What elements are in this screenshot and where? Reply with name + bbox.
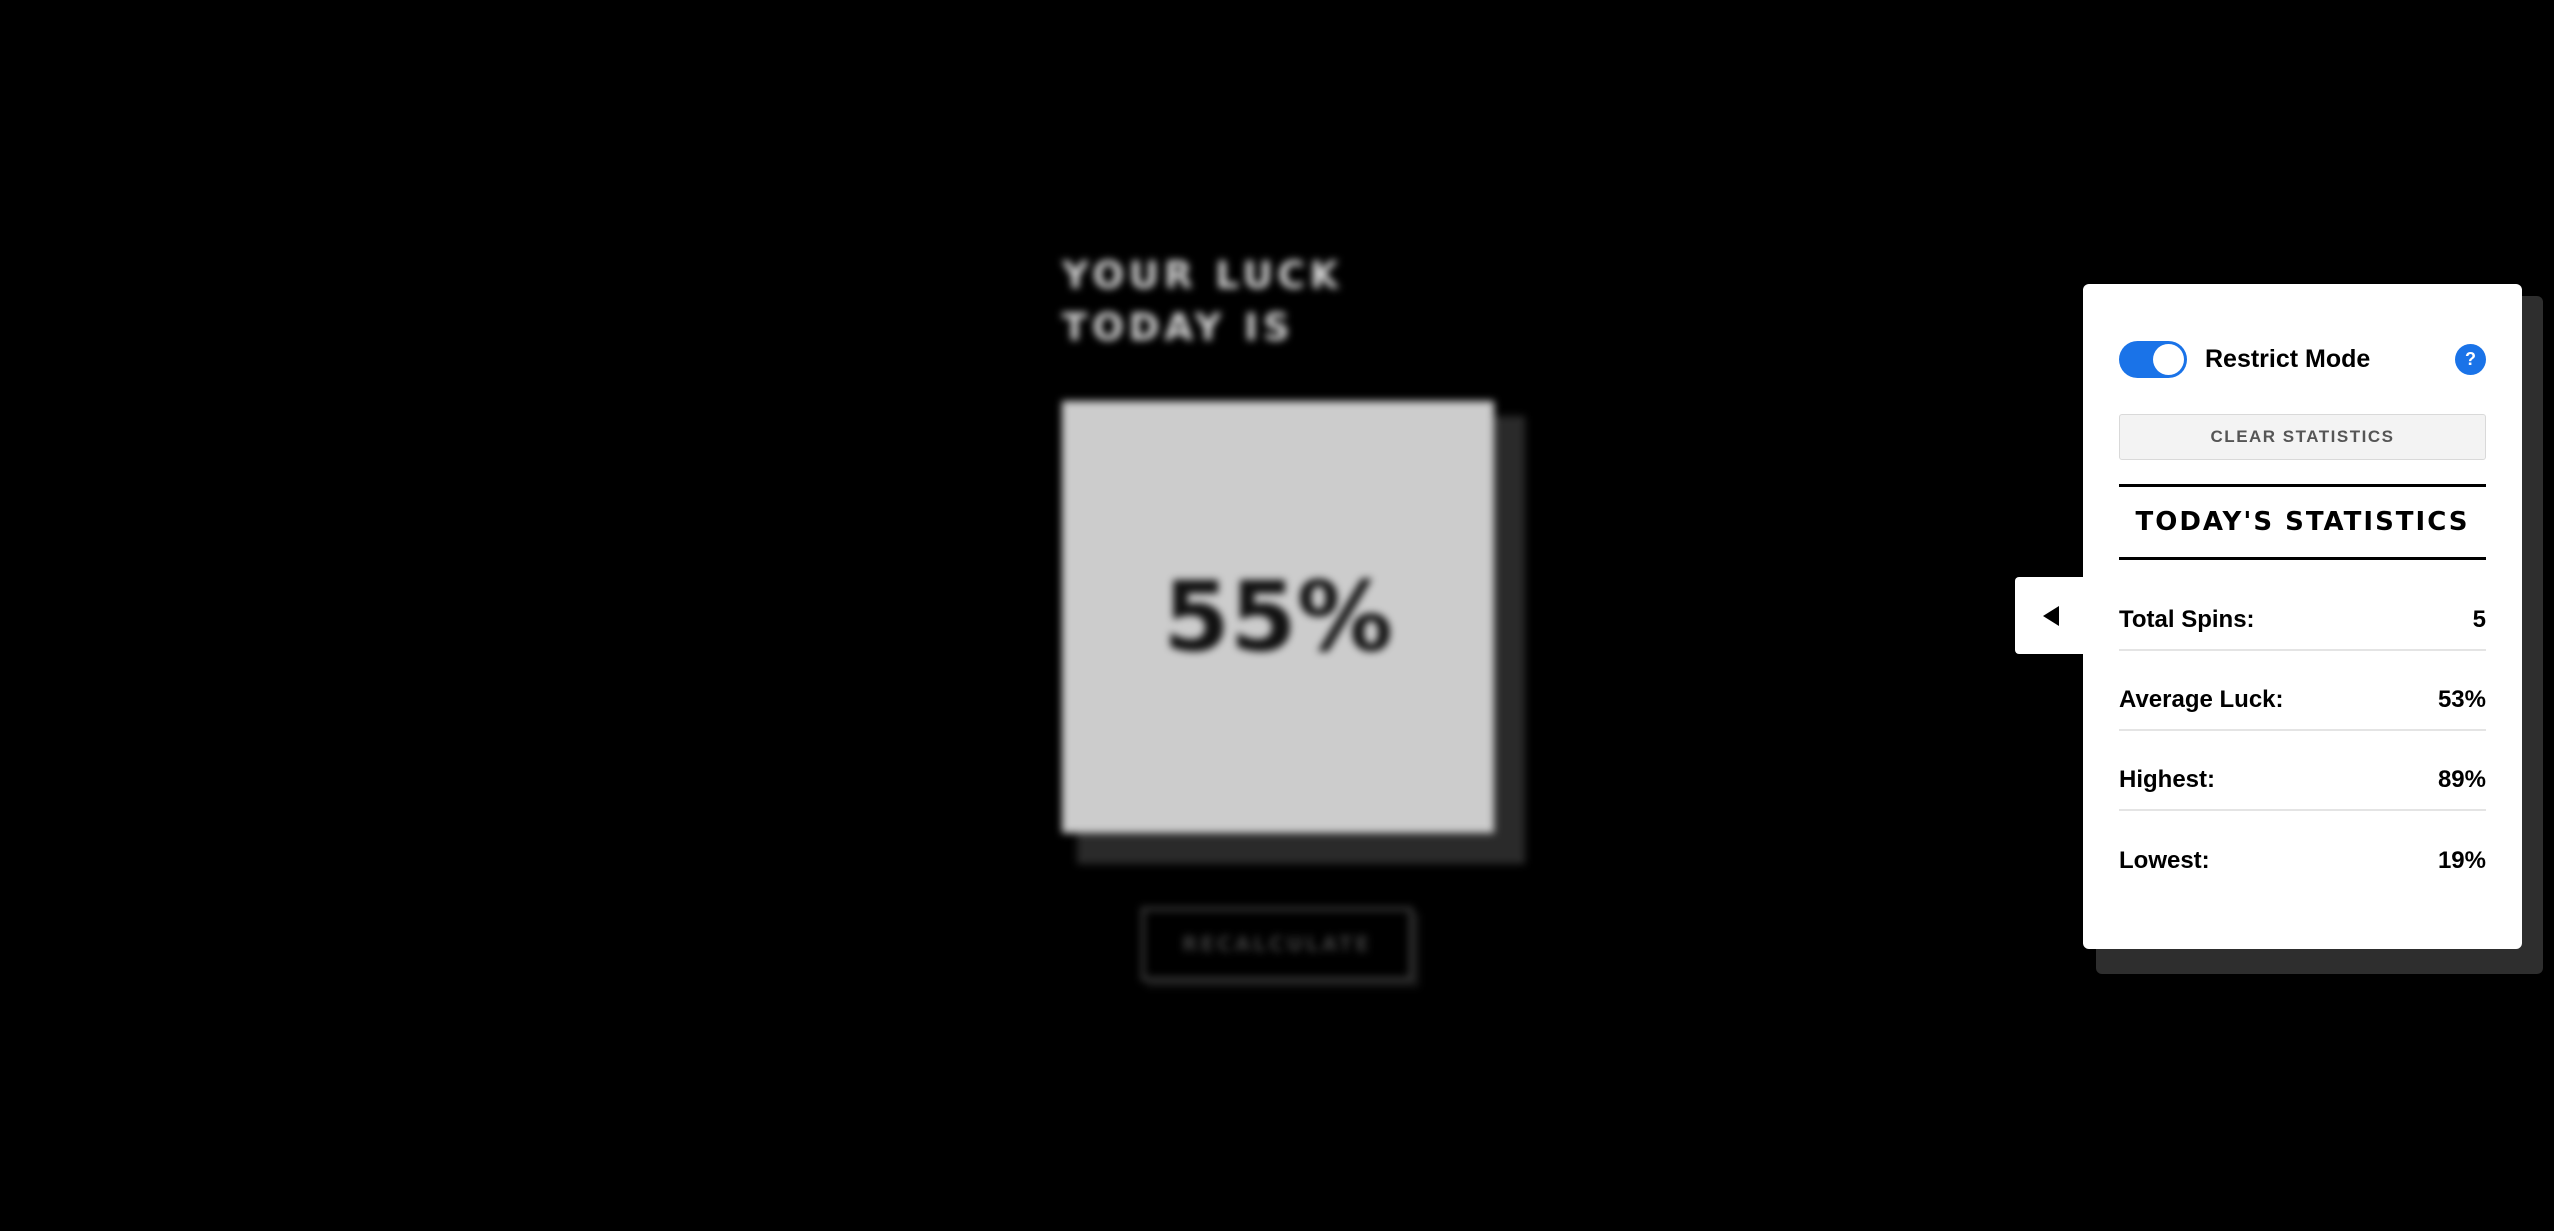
luck-heading: YOUR LUCK TODAY IS xyxy=(1062,254,1344,349)
stat-value: 19% xyxy=(2437,847,2486,874)
stat-row-highest: Highest: 89% xyxy=(2119,751,2486,811)
stat-row-lowest: Lowest: 19% xyxy=(2119,831,2486,891)
statistics-title: TODAY'S STATISTICS xyxy=(2119,484,2486,560)
triangle-left-icon xyxy=(2042,605,2059,626)
stat-label: Average Luck: xyxy=(2119,686,2284,713)
stat-row-average-luck: Average Luck: 53% xyxy=(2119,671,2486,731)
luck-percentage: 55% xyxy=(1163,561,1393,673)
restrict-mode-row: Restrict Mode ? xyxy=(2119,339,2486,379)
luck-card: 55% xyxy=(1062,401,1494,833)
toggle-knob xyxy=(2153,343,2184,375)
stat-label: Lowest: xyxy=(2119,847,2210,874)
panel-collapse-button[interactable] xyxy=(2015,577,2086,654)
app-root: YOUR LUCK TODAY IS 55% RECALCULATE Restr… xyxy=(0,0,2554,1231)
recalculate-button[interactable]: RECALCULATE xyxy=(1141,907,1413,981)
statistics-panel: Restrict Mode ? CLEAR STATISTICS TODAY'S… xyxy=(2083,284,2522,949)
stat-row-total-spins: Total Spins: 5 xyxy=(2119,591,2486,651)
stat-label: Highest: xyxy=(2119,766,2215,793)
stat-value: 53% xyxy=(2437,686,2486,713)
stat-value: 5 xyxy=(2472,606,2486,633)
clear-statistics-button[interactable]: CLEAR STATISTICS xyxy=(2119,414,2486,460)
stat-label: Total Spins: xyxy=(2119,606,2255,633)
restrict-mode-label: Restrict Mode xyxy=(2205,344,2371,373)
help-icon[interactable]: ? xyxy=(2455,343,2486,375)
stat-value: 89% xyxy=(2437,766,2486,793)
restrict-mode-toggle[interactable] xyxy=(2119,340,2187,378)
